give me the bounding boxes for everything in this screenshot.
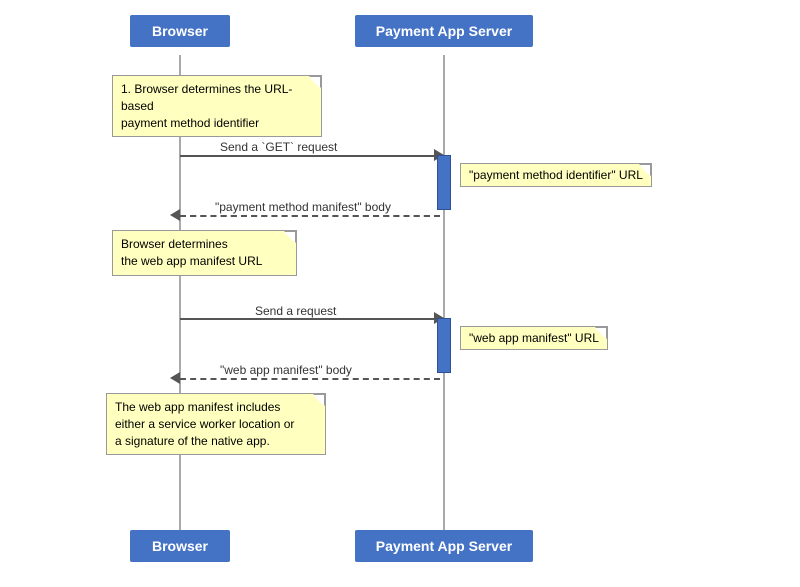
arrow-4-line — [180, 378, 440, 380]
arrow-4-label: "web app manifest" body — [220, 363, 352, 377]
arrow-2-head — [170, 209, 180, 221]
arrow-4-head — [170, 372, 180, 384]
note-1-text: 1. Browser determines the URL-based paym… — [121, 82, 292, 130]
sequence-diagram: Browser Payment App Server 1. Browser de… — [0, 0, 800, 587]
browser-header-box: Browser — [130, 15, 230, 47]
side-note-1: "payment method identifier" URL — [460, 163, 652, 187]
note-2-text: Browser determines the web app manifest … — [121, 237, 262, 268]
side-note-2-text: "web app manifest" URL — [469, 331, 599, 345]
note-3-text: The web app manifest includes either a s… — [115, 400, 294, 448]
arrow-1-label: Send a `GET` request — [220, 140, 337, 154]
server-activation-1 — [437, 155, 451, 210]
server-footer-box: Payment App Server — [355, 530, 533, 562]
server-header-label: Payment App Server — [376, 23, 512, 39]
server-header-box: Payment App Server — [355, 15, 533, 47]
arrow-2-dashed — [180, 215, 440, 217]
note-2: Browser determines the web app manifest … — [112, 230, 297, 276]
note-1: 1. Browser determines the URL-based paym… — [112, 75, 322, 137]
arrow-1-line — [180, 155, 440, 157]
browser-header-label: Browser — [152, 23, 208, 39]
side-note-1-text: "payment method identifier" URL — [469, 168, 643, 182]
browser-footer-label: Browser — [152, 538, 208, 554]
browser-footer-box: Browser — [130, 530, 230, 562]
side-note-2: "web app manifest" URL — [460, 326, 608, 350]
server-activation-2 — [437, 318, 451, 373]
server-lifeline — [443, 55, 445, 533]
server-footer-label: Payment App Server — [376, 538, 512, 554]
arrow-3-line — [180, 318, 440, 320]
note-3: The web app manifest includes either a s… — [106, 393, 326, 455]
arrow-3-label: Send a request — [255, 304, 336, 318]
arrow-2-label: "payment method manifest" body — [215, 200, 391, 214]
